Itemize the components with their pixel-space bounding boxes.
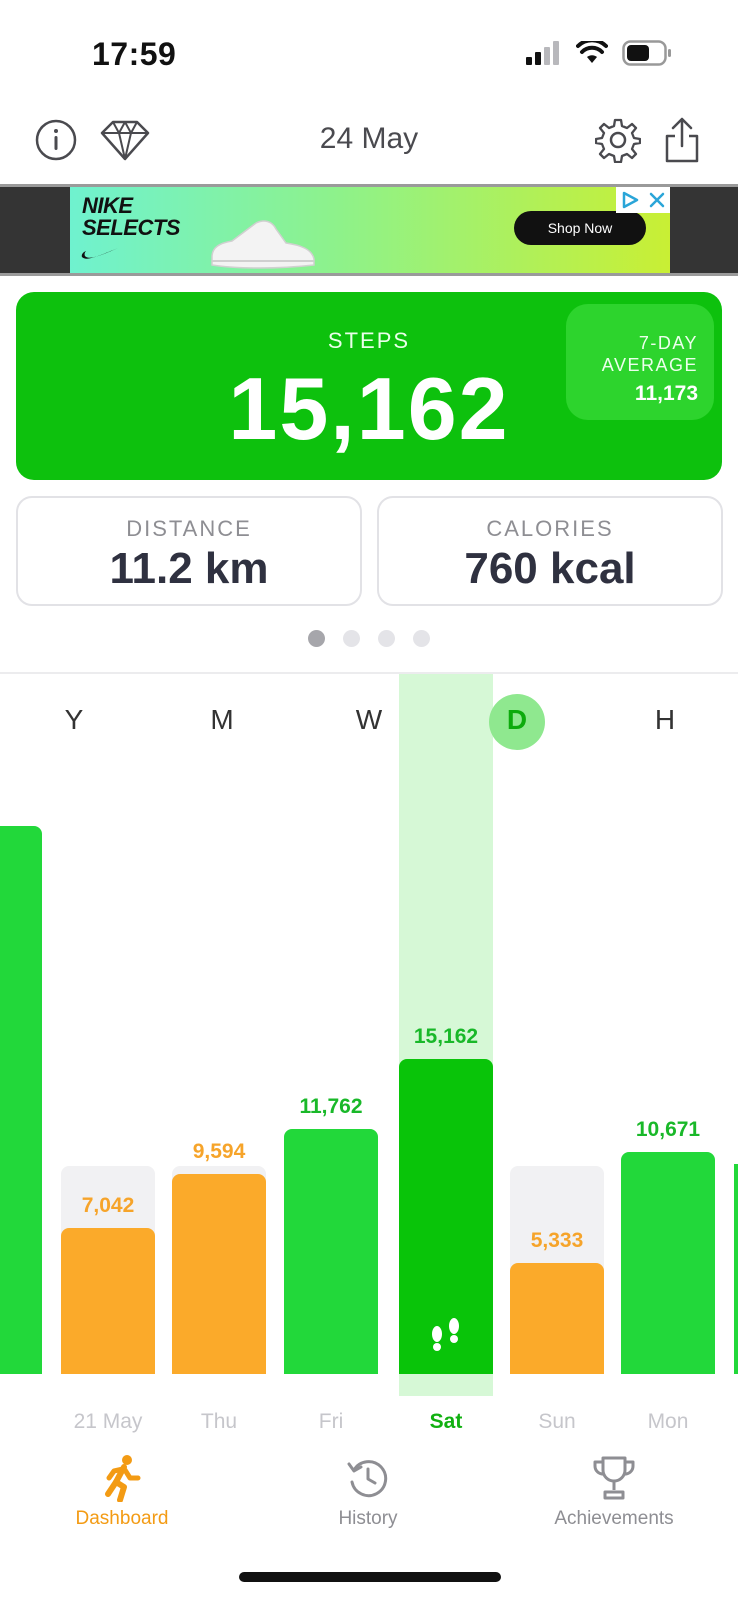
distance-value: 11.2 km: [109, 544, 269, 593]
average-value: 11,173: [634, 382, 698, 405]
ad-shop-now-button[interactable]: Shop Now: [514, 211, 646, 245]
bar-category-label: May: [0, 1410, 8, 1434]
average-label-line1: 7-DAY: [638, 333, 698, 353]
bar-value-label: 11,762: [299, 1095, 363, 1118]
tab-history[interactable]: History: [268, 1454, 468, 1530]
bar-category-label: 21 May: [73, 1410, 143, 1433]
bar-category-label: Thu: [200, 1410, 238, 1433]
running-person-icon: [22, 1454, 222, 1502]
status-icons: [526, 40, 672, 66]
weekly-steps-chart[interactable]: Y M W D H 319 May 7,042 21 May 9,594 Thu 11,762 Fri 1…: [0, 674, 738, 1434]
tab-achievements-label: Achievements: [554, 1508, 674, 1529]
bar-value-label: 9,594: [192, 1140, 246, 1163]
day-letter: Y: [64, 704, 84, 735]
home-indicator: [239, 1572, 501, 1582]
average-label: 7-DAY AVERAGE: [568, 332, 698, 376]
calories-value: 760 kcal: [464, 544, 636, 593]
bar-21-may[interactable]: [61, 1228, 155, 1374]
bar-value-label: 15,162: [413, 1025, 479, 1048]
ad-choices-icon[interactable]: [620, 190, 640, 210]
bar-category-label: Mon: [647, 1410, 689, 1433]
bar-value-label: 10,671: [635, 1118, 701, 1141]
bar-category-label: Sun: [538, 1410, 576, 1433]
steps-card[interactable]: STEPS 15,162 7-DAY AVERAGE 11,173: [16, 292, 722, 480]
sneaker-image: [211, 220, 315, 269]
tab-dashboard-label: Dashboard: [75, 1508, 169, 1529]
bar-mon[interactable]: [621, 1152, 715, 1374]
settings-gear-icon[interactable]: [594, 116, 642, 164]
wifi-icon: [576, 41, 608, 63]
bar-value-label: 7,042: [81, 1194, 135, 1217]
bar-may[interactable]: [0, 826, 42, 1374]
day-letter: M: [210, 704, 234, 735]
ad-close-icon[interactable]: [648, 191, 666, 209]
calories-label: CALORIES: [486, 516, 614, 541]
battery-icon: [622, 40, 671, 66]
day-letter: W: [355, 704, 383, 735]
page-dot[interactable]: [308, 630, 325, 647]
average-label-line2: AVERAGE: [601, 355, 698, 375]
bar-category-label: Fri: [318, 1410, 344, 1433]
bar-sun[interactable]: [510, 1263, 604, 1374]
page-dot[interactable]: [343, 630, 360, 647]
trophy-icon: [514, 1454, 714, 1502]
tab-achievements[interactable]: Achievements: [514, 1454, 714, 1530]
page-dot[interactable]: [378, 630, 395, 647]
status-time: 17:59: [92, 36, 177, 72]
tab-dashboard[interactable]: Dashboard: [22, 1454, 222, 1530]
tab-history-label: History: [338, 1508, 398, 1529]
nike-swoosh-icon: [81, 248, 118, 259]
page-dot[interactable]: [413, 630, 430, 647]
app-screen: 17:59 24 May NIKE SELECTS Shop Now STEPS…: [0, 0, 738, 1600]
day-letter: H: [654, 704, 676, 735]
bar-value-label: 319: [0, 792, 17, 816]
day-letter: D: [506, 704, 528, 735]
signal-icon: [526, 41, 559, 65]
bar-next-partial: [734, 1164, 738, 1374]
page-indicator[interactable]: [0, 630, 738, 647]
seven-day-average-box: 7-DAY AVERAGE 11,173: [566, 304, 714, 420]
ad-brand: NIKE SELECTS: [82, 195, 180, 239]
bar-thu[interactable]: [172, 1174, 266, 1374]
ad-choices[interactable]: [616, 187, 670, 213]
distance-card[interactable]: DISTANCE 11.2 km: [16, 496, 362, 606]
ad-brand-line2: SELECTS: [82, 215, 180, 240]
calories-card[interactable]: CALORIES 760 kcal: [377, 496, 723, 606]
bar-value-label: 5,333: [530, 1229, 584, 1252]
bar-fri[interactable]: [284, 1129, 378, 1374]
ad-creative[interactable]: NIKE SELECTS Shop Now: [70, 187, 670, 273]
share-icon[interactable]: [658, 116, 706, 164]
footsteps-icon: [432, 1318, 459, 1351]
distance-label: DISTANCE: [126, 516, 252, 541]
ad-banner[interactable]: NIKE SELECTS Shop Now: [0, 184, 738, 276]
bar-category-label: Sat: [429, 1410, 463, 1433]
ad-brand-line1: NIKE: [82, 193, 133, 218]
history-clock-icon: [268, 1454, 468, 1502]
